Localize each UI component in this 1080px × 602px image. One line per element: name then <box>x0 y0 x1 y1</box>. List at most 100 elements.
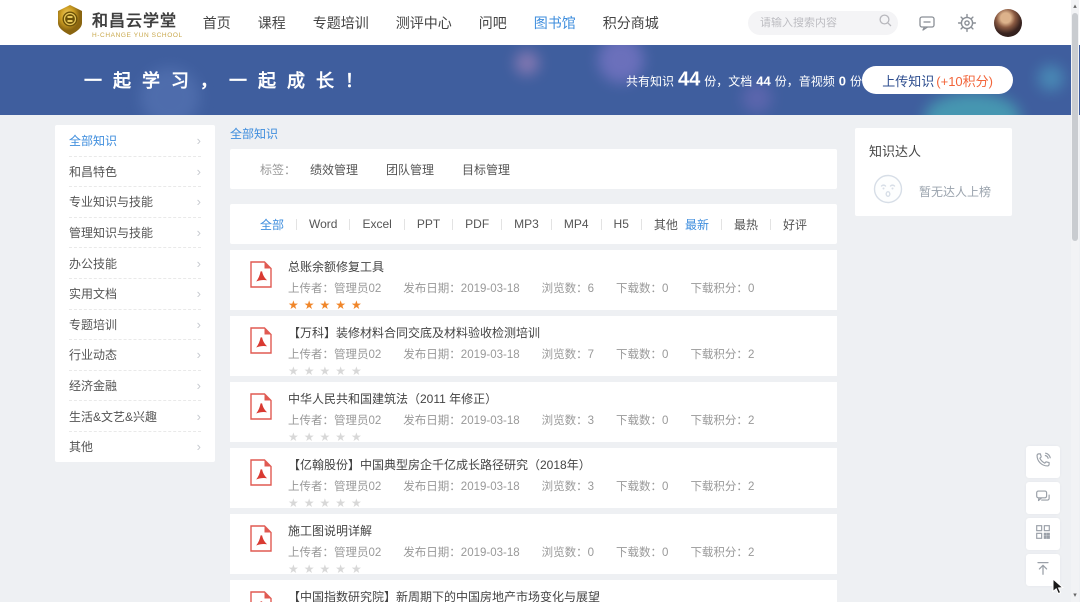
page-scrollbar[interactable]: ▴ ▾ <box>1071 0 1079 602</box>
scrollbar-thumb[interactable] <box>1072 13 1078 241</box>
sidebar-item-office-skills[interactable]: 办公技能› <box>69 247 201 278</box>
expert-empty-text: 暂无达人上榜 <box>919 183 991 200</box>
gear-icon[interactable] <box>956 12 978 34</box>
nav-item-special-training[interactable]: 专题培训 <box>313 13 369 33</box>
knowledge-meta: 上传者：管理员02 发布日期：2019-03-18 浏览数：3 下载数：0 下载… <box>288 478 754 494</box>
tags-label: 标签： <box>260 161 296 178</box>
sidebar-item-life-arts[interactable]: 生活&文艺&兴趣› <box>69 400 201 431</box>
search-input[interactable] <box>760 17 878 29</box>
divider <box>349 219 350 230</box>
message-icon[interactable] <box>916 12 938 34</box>
site-logo[interactable]: 和昌云学堂 H-CHANGE YUN SCHOOL <box>55 4 183 41</box>
stats-seg: 份 <box>850 73 862 90</box>
qrcode-button[interactable] <box>1026 518 1060 550</box>
knowledge-title[interactable]: 【中国指数研究院】新周期下的中国房地产市场变化与展望 <box>288 588 600 602</box>
divider <box>641 219 642 230</box>
pdf-file-icon <box>250 459 274 508</box>
filter-tab-all[interactable]: 全部 <box>260 216 284 233</box>
knowledge-list-item[interactable]: 【亿翰股份】中国典型房企千亿成长路径研究（2018年） 上传者：管理员02 发布… <box>230 448 837 508</box>
knowledge-title[interactable]: 中华人民共和国建筑法（2011 年修正） <box>288 390 754 407</box>
tag-performance-management[interactable]: 绩效管理 <box>310 161 358 178</box>
chevron-right-icon: › <box>197 409 201 424</box>
nav-item-qa[interactable]: 问吧 <box>479 13 507 33</box>
nav-item-library[interactable]: 图书馆 <box>534 13 576 33</box>
knowledge-title[interactable]: 施工图说明详解 <box>288 522 754 539</box>
nav-item-assessment-center[interactable]: 测评中心 <box>396 13 452 33</box>
filter-tab-h5[interactable]: H5 <box>614 217 629 231</box>
search-box[interactable] <box>748 11 898 35</box>
filter-tab-pdf[interactable]: PDF <box>465 217 489 231</box>
logo-subtitle: H-CHANGE YUN SCHOOL <box>92 32 183 39</box>
knowledge-meta: 上传者：管理员02 发布日期：2019-03-18 浏览数：0 下载数：0 下载… <box>288 544 754 560</box>
divider <box>601 219 602 230</box>
sidebar-item-other[interactable]: 其他› <box>69 431 201 462</box>
sidebar-item-management-skills[interactable]: 管理知识与技能› <box>69 217 201 248</box>
sidebar-item-economy-finance[interactable]: 经济金融› <box>69 370 201 401</box>
knowledge-list-item[interactable]: 施工图说明详解 上传者：管理员02 发布日期：2019-03-18 浏览数：0 … <box>230 514 837 574</box>
knowledge-title[interactable]: 【万科】装修材料合同交底及材料验收检测培训 <box>288 324 754 341</box>
sort-hottest[interactable]: 最热 <box>734 216 758 233</box>
filter-tab-other[interactable]: 其他 <box>654 216 678 233</box>
sort-options: 最新 最热 好评 <box>685 216 807 233</box>
main-content: 全部知识 标签： 绩效管理 团队管理 目标管理 全部 Word Excel PP… <box>230 125 837 602</box>
sidebar-item-professional-skills[interactable]: 专业知识与技能› <box>69 186 201 217</box>
filter-tab-excel[interactable]: Excel <box>362 217 391 231</box>
rating-stars: ★★★★★ <box>288 497 754 509</box>
filter-tab-mp3[interactable]: MP3 <box>514 217 539 231</box>
tag-goal-management[interactable]: 目标管理 <box>462 161 510 178</box>
sidebar-item-industry-news[interactable]: 行业动态› <box>69 339 201 370</box>
upload-button-label: 上传知识 <box>882 71 934 90</box>
upload-button-bonus: (+10积分) <box>936 71 993 90</box>
stats-label-total: 共有知识 <box>626 73 674 90</box>
banner-decor-dot <box>1038 65 1064 91</box>
pdf-file-icon <box>250 393 274 442</box>
sidebar-item-hechang-features[interactable]: 和昌特色› <box>69 156 201 187</box>
pdf-file-icon <box>250 261 274 310</box>
banner-decor-dot <box>925 93 1020 115</box>
knowledge-expert-panel: 知识达人 暂无达人上榜 <box>855 128 1012 216</box>
nav-item-home[interactable]: 首页 <box>203 13 231 33</box>
knowledge-list-item[interactable]: 【中国指数研究院】新周期下的中国房地产市场变化与展望 <box>230 580 837 602</box>
knowledge-title[interactable]: 【亿翰股份】中国典型房企千亿成长路径研究（2018年） <box>288 456 754 473</box>
sidebar-item-all-knowledge[interactable]: 全部知识› <box>69 125 201 156</box>
tag-team-management[interactable]: 团队管理 <box>386 161 434 178</box>
filter-tab-mp4[interactable]: MP4 <box>564 217 589 231</box>
logo-title: 和昌云学堂 <box>92 7 183 31</box>
knowledge-title[interactable]: 总账余额修复工具 <box>288 258 754 275</box>
top-navigation-bar: 和昌云学堂 H-CHANGE YUN SCHOOL 首页 课程 专题培训 测评中… <box>0 0 1080 45</box>
user-avatar[interactable] <box>994 9 1022 37</box>
divider <box>404 219 405 230</box>
upload-knowledge-button[interactable]: 上传知识 (+10积分) <box>862 66 1013 94</box>
sort-newest[interactable]: 最新 <box>685 216 709 233</box>
scrollbar-down-arrow[interactable]: ▾ <box>1071 591 1079 599</box>
sidebar-item-practical-docs[interactable]: 实用文档› <box>69 278 201 309</box>
library-banner: 一起学习，一起成长！ 共有知识 44 份，文档 44 份，音视频 0 份 上传知… <box>0 45 1080 115</box>
logo-text: 和昌云学堂 H-CHANGE YUN SCHOOL <box>92 7 183 39</box>
stats-doc-count: 44 <box>756 74 770 89</box>
filter-tab-ppt[interactable]: PPT <box>417 217 440 231</box>
chevron-right-icon: › <box>197 225 201 240</box>
divider <box>551 219 552 230</box>
chevron-right-icon: › <box>197 286 201 301</box>
stats-seg: 份，音视频 <box>775 73 835 90</box>
scrollbar-up-arrow[interactable]: ▴ <box>1071 2 1079 10</box>
search-icon[interactable] <box>878 13 893 33</box>
knowledge-meta: 上传者：管理员02 发布日期：2019-03-18 浏览数：7 下载数：0 下载… <box>288 346 754 362</box>
knowledge-list-item[interactable]: 中华人民共和国建筑法（2011 年修正） 上传者：管理员02 发布日期：2019… <box>230 382 837 442</box>
chevron-right-icon: › <box>197 164 201 179</box>
knowledge-list-item[interactable]: 【万科】装修材料合同交底及材料验收检测培训 上传者：管理员02 发布日期：201… <box>230 316 837 376</box>
breadcrumb[interactable]: 全部知识 <box>230 125 837 142</box>
filter-tab-word[interactable]: Word <box>309 217 337 231</box>
feedback-chat-button[interactable] <box>1026 482 1060 514</box>
pdf-file-icon <box>250 327 274 376</box>
sidebar-item-special-training[interactable]: 专题培训› <box>69 309 201 340</box>
sort-top-rated[interactable]: 好评 <box>783 216 807 233</box>
knowledge-list-item[interactable]: 总账余额修复工具 上传者：管理员02 发布日期：2019-03-18 浏览数：6… <box>230 250 837 310</box>
nav-item-points-mall[interactable]: 积分商城 <box>603 13 659 33</box>
stats-media-count: 0 <box>839 74 846 89</box>
phone-contact-button[interactable] <box>1026 446 1060 478</box>
chevron-right-icon: › <box>197 378 201 393</box>
nav-item-courses[interactable]: 课程 <box>258 13 286 33</box>
divider <box>770 219 771 230</box>
banner-decor-dot <box>515 51 539 75</box>
